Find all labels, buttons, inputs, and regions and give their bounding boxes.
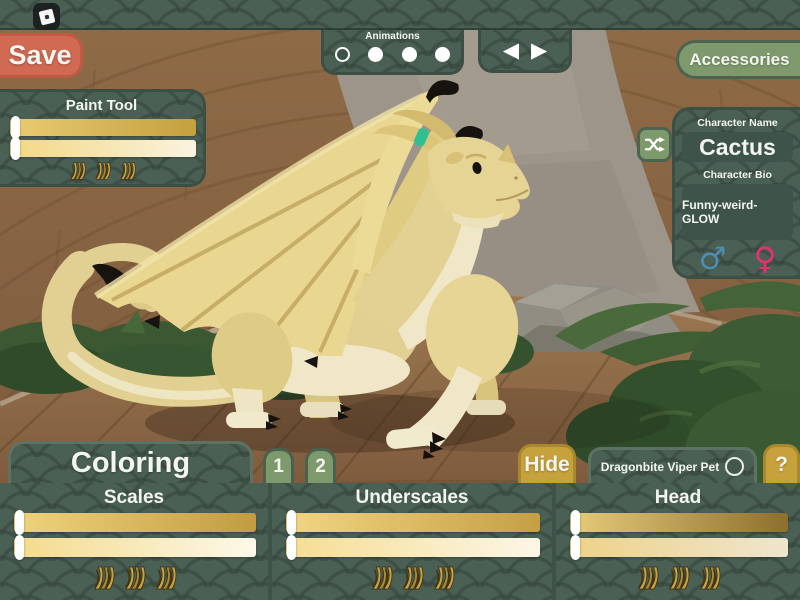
section-title: Underscales [272, 487, 552, 509]
animation-dot[interactable] [402, 47, 417, 62]
prev-arrow-button[interactable]: ◀ [503, 40, 519, 61]
head-color-slider-1[interactable] [570, 513, 788, 532]
paint-color-slider-2[interactable] [10, 140, 196, 157]
claw-scratch-icon [369, 565, 393, 591]
animation-dots [324, 47, 461, 62]
claw-icons [556, 565, 800, 591]
female-gender-icon[interactable]: ♀ [754, 242, 777, 276]
male-gender-icon[interactable]: ♂ [699, 242, 727, 276]
head-color-slider-2[interactable] [570, 538, 788, 557]
slider-handle[interactable] [11, 116, 20, 139]
shuffle-icon [644, 136, 665, 153]
slider-handle[interactable] [11, 137, 20, 160]
claw-scratch-icon [400, 565, 424, 591]
paint-tool-panel: Paint Tool [0, 89, 206, 187]
character-editor-screen: Save Paint Tool Animations ◀ ▶ Accessori… [0, 0, 800, 600]
shuffle-name-button[interactable] [637, 127, 672, 162]
character-name-label: Character Name [675, 117, 800, 129]
scales-color-slider-1[interactable] [14, 513, 256, 532]
scales-color-section: Scales [0, 483, 268, 600]
animation-dot[interactable] [368, 47, 383, 62]
claw-scratch-icon [635, 565, 659, 591]
roblox-menu-icon[interactable] [33, 3, 60, 30]
paint-claw-icons [0, 161, 203, 181]
dragonbite-viper-pet-toggle[interactable]: Dragonbite Viper Pet [588, 447, 757, 483]
scales-color-slider-2[interactable] [14, 538, 256, 557]
slider-handle[interactable] [15, 535, 24, 560]
claw-scratch-icon [118, 161, 136, 181]
slider-handle[interactable] [571, 510, 580, 535]
slider-handle[interactable] [571, 535, 580, 560]
claw-scratch-icon [666, 565, 690, 591]
save-button[interactable]: Save [0, 33, 83, 78]
page-1-button[interactable]: 1 [263, 448, 294, 483]
claw-scratch-icon [68, 161, 86, 181]
character-panel: Character Name Cactus Character Bio Funn… [672, 107, 800, 279]
character-name-input[interactable]: Cactus [682, 132, 793, 162]
claw-scratch-icon [122, 565, 146, 591]
claw-scratch-icon [153, 565, 177, 591]
claw-scratch-icon [91, 565, 115, 591]
section-title: Scales [0, 487, 268, 509]
hide-button[interactable]: Hide [518, 444, 576, 483]
underscales-color-section: Underscales [272, 483, 552, 600]
help-button[interactable]: ? [763, 444, 800, 483]
pet-toggle-radio[interactable] [725, 457, 744, 476]
next-arrow-button[interactable]: ▶ [531, 40, 547, 61]
claw-scratch-icon [431, 565, 455, 591]
animations-panel: Animations [321, 30, 464, 75]
character-bio-input[interactable]: Funny-weird-GLOW [682, 184, 793, 240]
animation-dot[interactable] [435, 47, 450, 62]
slider-handle[interactable] [15, 510, 24, 535]
paint-color-slider-1[interactable] [10, 119, 196, 136]
coloring-sections-strip: Scales Underscales [0, 483, 800, 600]
underscales-color-slider-2[interactable] [286, 538, 540, 557]
claw-scratch-icon [93, 161, 111, 181]
head-color-section: Head [556, 483, 800, 600]
top-bar [0, 0, 800, 30]
paint-tool-title: Paint Tool [0, 97, 203, 114]
claw-icons [0, 565, 268, 591]
dragon-shadow-soft [330, 388, 670, 452]
underscales-color-slider-1[interactable] [286, 513, 540, 532]
slider-handle[interactable] [287, 535, 296, 560]
gender-buttons: ♂ ♀ [675, 242, 800, 276]
character-bio-label: Character Bio [675, 169, 800, 181]
claw-icons [272, 565, 552, 591]
slider-handle[interactable] [287, 510, 296, 535]
section-title: Head [556, 487, 800, 509]
page-2-button[interactable]: 2 [305, 448, 336, 483]
animations-label: Animations [324, 31, 461, 42]
accessories-button[interactable]: Accessories [676, 40, 800, 79]
animation-nav-panel: ◀ ▶ [478, 30, 572, 73]
animation-dot[interactable] [335, 47, 350, 62]
claw-scratch-icon [697, 565, 721, 591]
coloring-tab[interactable]: Coloring [8, 441, 253, 483]
pet-toggle-label: Dragonbite Viper Pet [601, 460, 719, 474]
